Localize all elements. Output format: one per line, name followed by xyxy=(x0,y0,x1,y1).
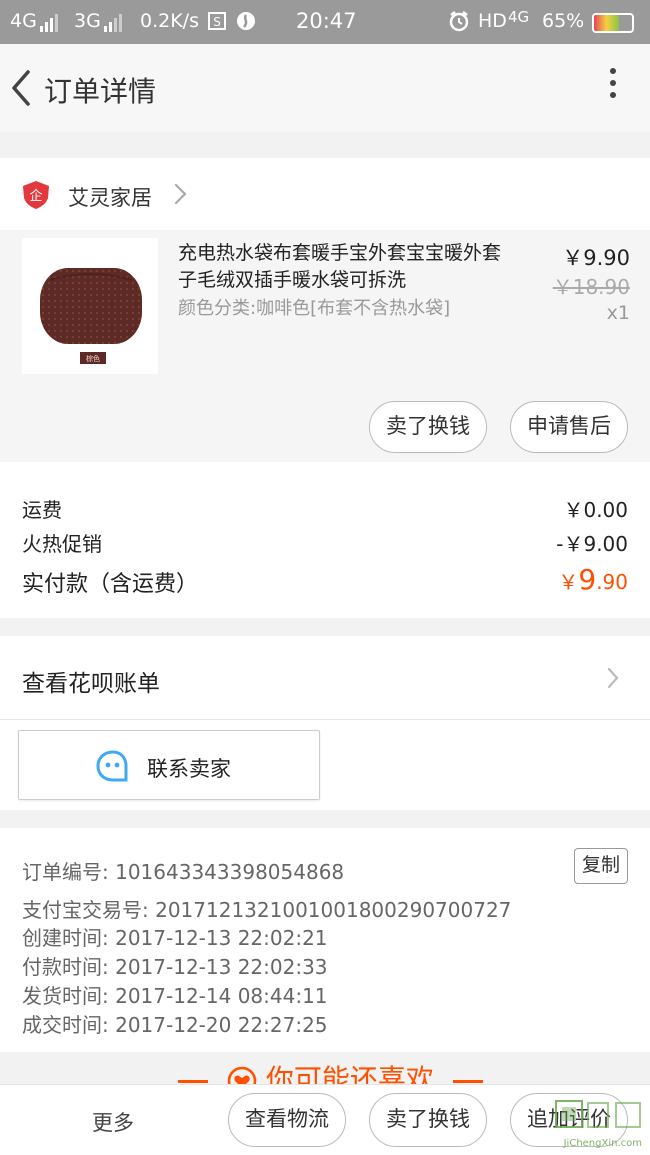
order-item[interactable]: 棕色 充电热水袋布套暖手宝外套宝宝暖外套子毛绒双插手暖水袋可拆洗 颜色分类:咖啡… xyxy=(0,230,650,462)
paid-time: 2017-12-13 22:02:33 xyxy=(115,955,328,979)
shipping-value: ￥0.00 xyxy=(563,498,628,522)
shop-name: 艾灵家居 xyxy=(68,186,152,210)
chevron-right-icon xyxy=(607,667,619,689)
fee-summary: 运费 ￥0.00 火热促销 -￥9.00 实付款（含运费） ￥9.90 xyxy=(0,462,650,618)
completed-time-row: 成交时间: 2017-12-20 22:27:25 xyxy=(22,1009,328,1038)
contact-seller-button[interactable]: 联系卖家 xyxy=(18,730,320,800)
huabei-label: 查看花呗账单 xyxy=(22,671,160,697)
info-label: 发货时间: xyxy=(22,984,109,1008)
order-number-row: 订单编号: 101643343398054868 xyxy=(22,856,344,885)
shop-header[interactable]: 企 艾灵家居 xyxy=(0,158,650,230)
network-indicator-1: 4G xyxy=(10,10,60,32)
product-original-price: ￥18.90 xyxy=(552,275,630,299)
network-type-label-3: 4G xyxy=(508,8,530,26)
alipay-trade-number: 2017121321001001800290700727 xyxy=(155,898,512,922)
contact-section: 联系卖家 xyxy=(0,720,650,810)
back-button[interactable] xyxy=(8,66,36,110)
amount-paid-value: ￥9.90 xyxy=(558,563,628,596)
resell-button[interactable]: 卖了换钱 xyxy=(369,401,487,453)
battery-percent: 65% xyxy=(542,10,585,32)
watermark: JiChengXin.com xyxy=(528,1095,646,1151)
completed-time: 2017-12-20 22:27:25 xyxy=(115,1013,328,1037)
recommend-label: 你可能还喜欢 xyxy=(265,1063,434,1086)
svg-text:棕色: 棕色 xyxy=(86,354,100,363)
promo-value: -￥9.00 xyxy=(556,532,628,556)
bottom-action-bar: 更多 查看物流 卖了换钱 追加评价 JiChengXin.com xyxy=(0,1084,650,1155)
signal-icon xyxy=(103,10,124,32)
divider-dash xyxy=(178,1079,208,1083)
app-header: 订单详情 xyxy=(0,44,650,132)
watermark-text: JiChengXin.com xyxy=(563,1138,642,1149)
s-notification-icon: S xyxy=(208,12,226,35)
shipping-label: 运费 xyxy=(22,498,62,522)
recommend-header: 你可能还喜欢 xyxy=(0,1052,650,1086)
more-options-button[interactable] xyxy=(606,68,620,108)
order-number: 101643343398054868 xyxy=(115,860,345,884)
chat-bubble-icon xyxy=(96,750,128,782)
vertical-dots-icon xyxy=(606,68,620,98)
hot-water-bag-image: 棕色 xyxy=(40,268,142,364)
info-label: 成交时间: xyxy=(22,1013,109,1037)
info-label: 支付宝交易号: xyxy=(22,898,149,922)
app-notification-icon xyxy=(236,11,256,36)
resell-button-bottom[interactable]: 卖了换钱 xyxy=(369,1093,487,1147)
page-title: 订单详情 xyxy=(44,75,157,108)
currency-symbol: ￥ xyxy=(558,570,579,594)
network-type-label: 4G xyxy=(10,10,37,32)
battery-icon xyxy=(592,11,634,33)
amount-decimal: .90 xyxy=(596,570,628,594)
info-label: 订单编号: xyxy=(22,860,109,884)
signal-icon xyxy=(39,10,60,32)
copy-order-number-button[interactable]: 复制 xyxy=(574,848,628,884)
product-thumbnail[interactable]: 棕色 xyxy=(22,238,158,374)
after-sales-button[interactable]: 申请售后 xyxy=(510,401,628,453)
order-info: 订单编号: 101643343398054868 复制 支付宝交易号: 2017… xyxy=(0,828,650,1052)
network-speed: 0.2K/s xyxy=(140,10,199,32)
paid-time-row: 付款时间: 2017-12-13 22:02:33 xyxy=(22,951,328,980)
network-type-label: 3G xyxy=(74,10,101,32)
network-indicator-2: 3G xyxy=(74,10,124,32)
promo-label: 火热促销 xyxy=(22,532,102,556)
view-logistics-button[interactable]: 查看物流 xyxy=(228,1093,346,1147)
product-price: ￥9.90 xyxy=(562,246,630,270)
svg-text:S: S xyxy=(213,15,221,29)
shipped-time-row: 发货时间: 2017-12-14 08:44:11 xyxy=(22,980,328,1009)
alipay-trade-row: 支付宝交易号: 2017121321001001800290700727 xyxy=(22,894,511,923)
amount-paid-label: 实付款（含运费） xyxy=(22,572,199,597)
divider-dash xyxy=(452,1079,483,1083)
clock: 20:47 xyxy=(296,9,357,33)
info-label: 付款时间: xyxy=(22,955,109,979)
product-sku: 颜色分类:咖啡色[布套不含热水袋] xyxy=(178,298,451,319)
created-time-row: 创建时间: 2017-12-13 22:02:21 xyxy=(22,922,328,951)
more-button[interactable]: 更多 xyxy=(92,1107,134,1137)
svg-text:企: 企 xyxy=(29,188,42,204)
hd-indicator: HD xyxy=(478,10,507,32)
shipped-time: 2017-12-14 08:44:11 xyxy=(115,984,328,1008)
amount-integer: 9 xyxy=(578,563,597,596)
created-time: 2017-12-13 22:02:21 xyxy=(115,926,328,950)
chevron-left-icon xyxy=(12,70,30,106)
shop-logo-icon: 企 xyxy=(23,181,49,209)
heart-icon xyxy=(227,1066,257,1086)
view-huabei-bill-row[interactable]: 查看花呗账单 xyxy=(0,636,650,720)
alarm-icon xyxy=(448,10,470,37)
product-quantity: x1 xyxy=(606,302,630,324)
watermark-logo-icon xyxy=(555,1100,641,1128)
product-title: 充电热水袋布套暖手宝外套宝宝暖外套子毛绒双插手暖水袋可拆洗 xyxy=(178,242,502,291)
contact-seller-label: 联系卖家 xyxy=(147,757,231,781)
info-label: 创建时间: xyxy=(22,926,109,950)
chevron-right-icon xyxy=(174,183,187,205)
status-bar: 4G 3G 0.2K/s S 20:47 HD 4G 65% xyxy=(0,0,650,44)
